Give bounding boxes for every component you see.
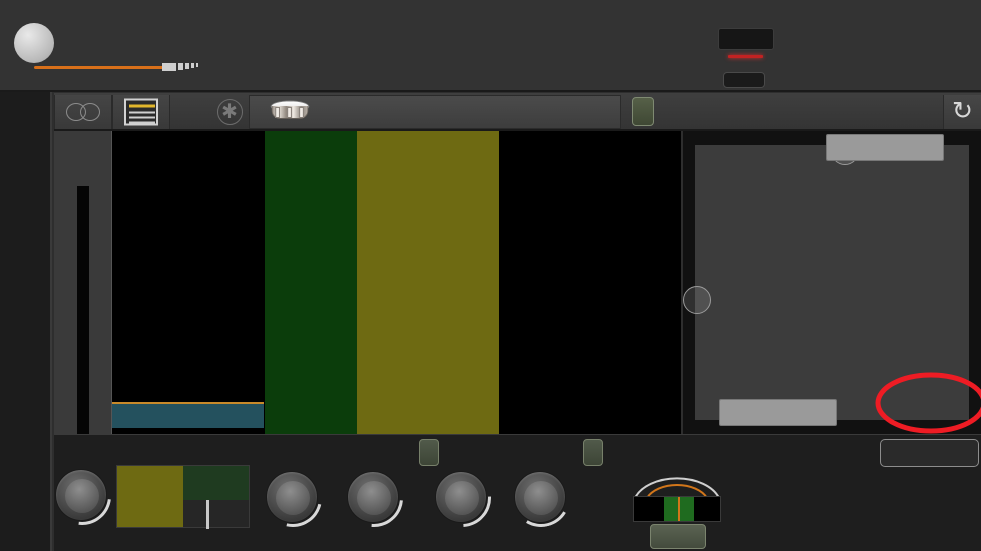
ten-pin-connector-icon — [718, 28, 774, 50]
xtalk-section — [41, 435, 123, 551]
top-bar — [0, 0, 981, 92]
logo-rule — [34, 66, 164, 69]
overlap-circles-button[interactable] — [54, 95, 112, 129]
position-indicator — [678, 497, 680, 521]
rimshot-scaler-value — [357, 481, 391, 515]
list-button[interactable] — [112, 95, 170, 129]
app-logo — [14, 20, 204, 75]
logo-e-badge — [14, 23, 54, 63]
bottom-panel — [41, 434, 981, 551]
velocity-highlight-annotation — [875, 372, 981, 434]
list-icon — [124, 98, 158, 126]
toolbar: ✱ ↻ — [54, 93, 981, 131]
xstick-scaler-value — [276, 481, 310, 515]
min-velocity-pill[interactable] — [719, 399, 837, 426]
position-button[interactable] — [583, 439, 603, 466]
connector-graphic — [718, 28, 780, 88]
asterisk-icon: ✱ — [216, 99, 243, 125]
overlap-circles-icon — [66, 103, 100, 121]
position-bar — [633, 496, 721, 522]
hotspot-amount-knob[interactable] — [505, 462, 577, 534]
input-name-field[interactable] — [249, 95, 621, 129]
hotspot-suppress-button[interactable] — [419, 439, 439, 466]
hotspot-amount-value — [524, 481, 558, 515]
signal-waveform — [54, 131, 681, 434]
logo-dots — [162, 63, 204, 71]
trigger-graph[interactable] — [54, 131, 681, 494]
min-handle[interactable] — [683, 286, 711, 314]
calibrate-button[interactable] — [632, 97, 654, 126]
xstick-scaler-knob[interactable] — [253, 458, 333, 538]
drum-map-button[interactable] — [880, 439, 979, 467]
hotspot-thresh-knob[interactable] — [421, 457, 503, 539]
rimshot-range-marker[interactable] — [206, 500, 209, 529]
four-pin-connector-icon — [723, 72, 765, 88]
position-meter[interactable] — [633, 468, 721, 522]
rimshot-range-hold-band — [117, 466, 183, 527]
cc-button[interactable] — [650, 524, 706, 549]
hotspot-thresh-value — [445, 481, 479, 515]
refresh-icon[interactable]: ↻ — [943, 95, 981, 129]
left-rail — [0, 92, 52, 551]
pad-grid — [292, 3, 692, 89]
rimshot-range-scan-band — [183, 466, 249, 500]
max-velocity-pill[interactable] — [826, 134, 944, 161]
rimshot-scaler-knob[interactable] — [333, 457, 415, 539]
position-arc-icon — [634, 477, 720, 498]
asterisk-button[interactable]: ✱ — [210, 95, 249, 129]
rimshot-range-widget[interactable] — [116, 465, 250, 529]
xtalk-amount-knob[interactable] — [41, 455, 123, 537]
edrumin-window: ✱ ↻ — [0, 0, 981, 551]
xtalk-amount-value — [65, 479, 99, 513]
drum-icon — [270, 100, 310, 124]
status-led — [728, 55, 763, 58]
